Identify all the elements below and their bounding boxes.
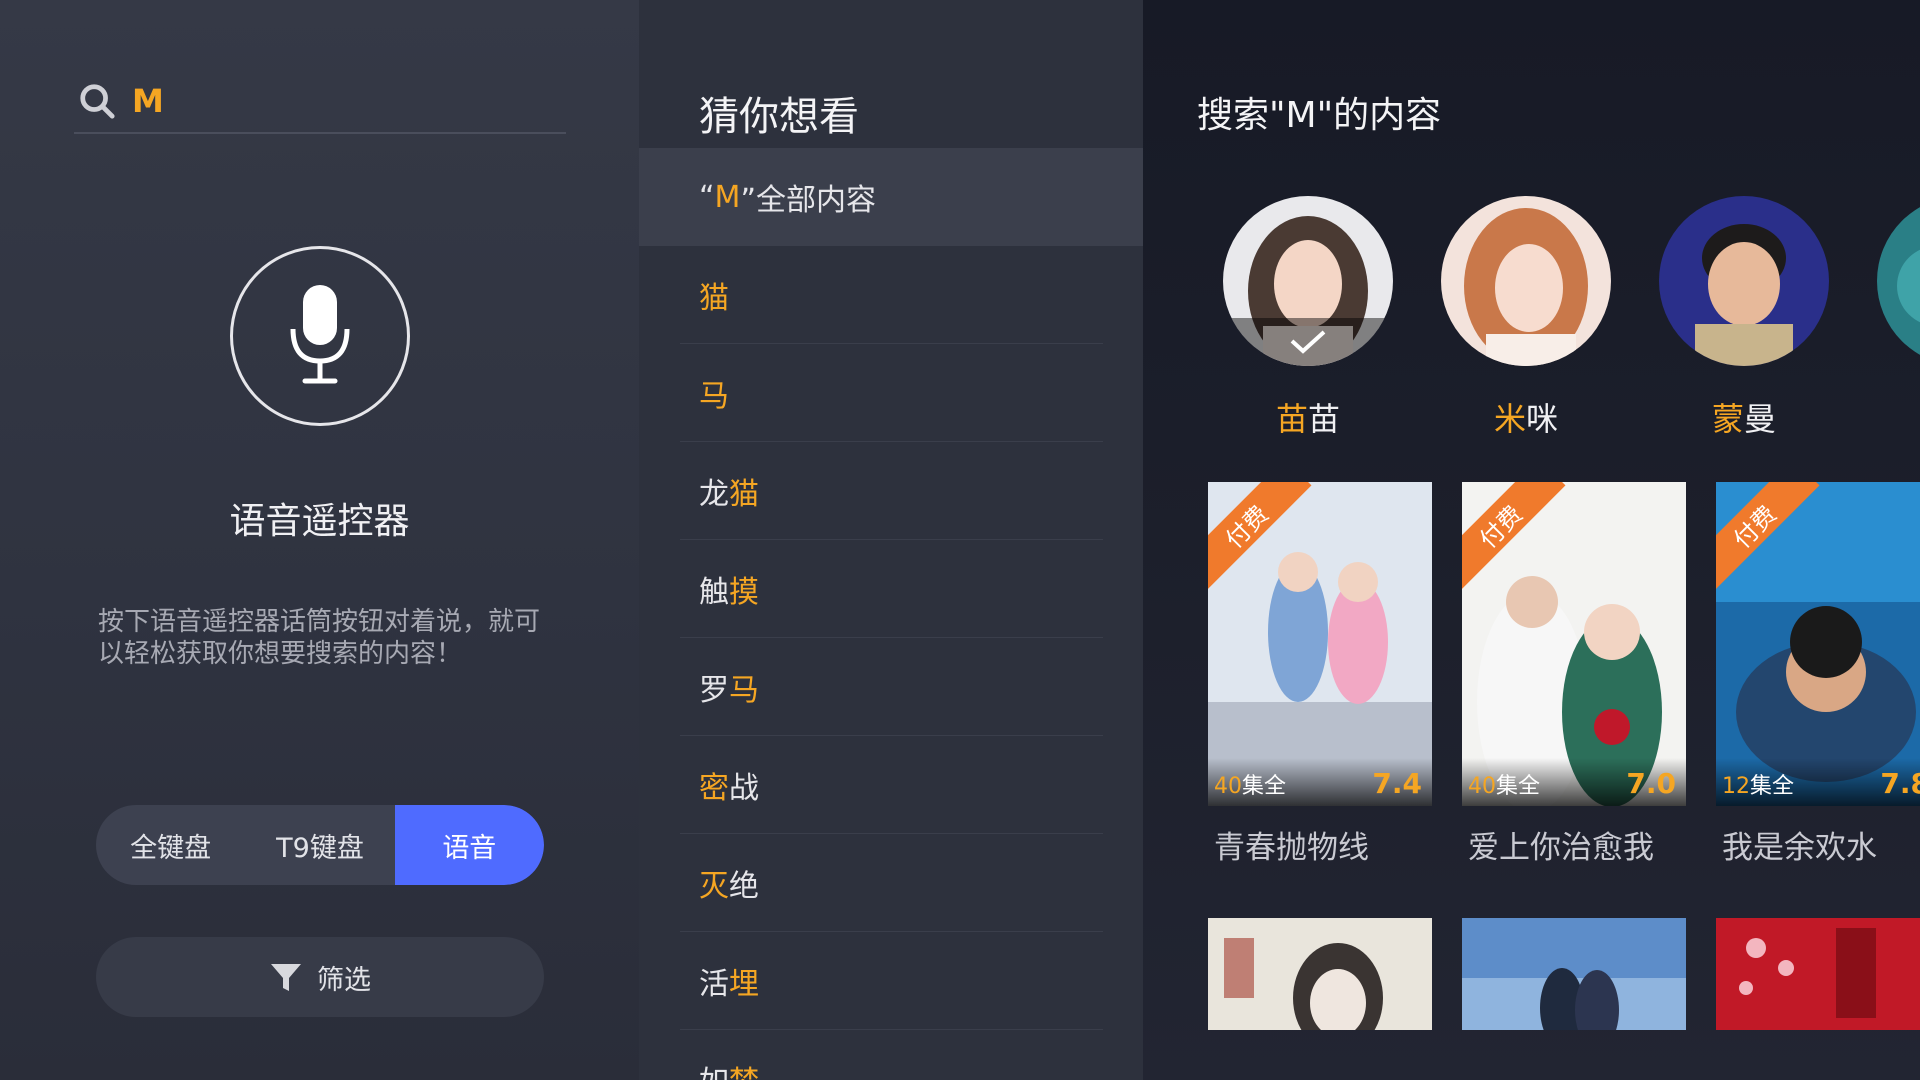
- video-card[interactable]: 付费 12集全 7.8 我是余欢水: [1716, 482, 1920, 867]
- poster-meta: 40集全 7.0: [1462, 758, 1686, 806]
- person-name: 苗苗: [1275, 400, 1341, 438]
- episode-count: 12集全: [1722, 774, 1795, 799]
- suggestion-item[interactable]: 活埋: [680, 932, 1103, 1030]
- person-name: 米咪: [1493, 400, 1559, 438]
- person-card[interactable]: 蒙曼: [1659, 196, 1829, 440]
- suggestion-all-content[interactable]: “M ”全部内容: [639, 148, 1143, 246]
- suggestion-item[interactable]: 马: [680, 344, 1103, 442]
- tv-search-screen: M 语音遥控器 按下语音遥控器话筒按钮对着说，就可以轻松获取你想要搜索的内容！ …: [0, 0, 1920, 1080]
- person-name: 蒙曼: [1711, 400, 1777, 438]
- avatar: [1223, 196, 1393, 366]
- episode-count: 40集全: [1468, 774, 1541, 799]
- suggestion-item[interactable]: 猫: [680, 246, 1103, 344]
- selected-check: [1223, 318, 1393, 366]
- video-title: 青春抛物线: [1214, 830, 1369, 866]
- search-icon: [80, 84, 115, 119]
- person-card[interactable]: 苗苗: [1223, 196, 1393, 440]
- avatar: [1659, 196, 1829, 366]
- suggestion-list: 猫 马 龙猫 触摸 罗马 密战 灭绝 活埋 如梦: [680, 246, 1103, 1080]
- suggestion-item[interactable]: 龙猫: [680, 442, 1103, 540]
- all-highlight: M: [714, 179, 741, 215]
- avatar: [1877, 196, 1920, 366]
- poster-meta: 40集全 7.4: [1208, 758, 1432, 806]
- tab-full-keyboard[interactable]: 全键盘: [96, 805, 245, 885]
- filter-label: 筛选: [317, 964, 371, 996]
- poster-meta: 12集全 7.8: [1716, 758, 1920, 806]
- video-title: 我是余欢水: [1722, 830, 1877, 866]
- video-card[interactable]: [1208, 918, 1432, 1030]
- all-prefix: “: [699, 179, 715, 215]
- voice-title: 语音遥控器: [229, 501, 410, 542]
- video-poster: 付费 40集全 7.4: [1208, 482, 1432, 806]
- keyboard-switch: 全键盘 T9键盘 语音: [96, 805, 544, 885]
- rating: 7.0: [1626, 767, 1676, 800]
- tab-voice[interactable]: 语音: [394, 805, 544, 885]
- filter-button[interactable]: 筛选: [96, 937, 544, 1017]
- episode-count: 40集全: [1214, 774, 1287, 799]
- video-card[interactable]: 付费 40集全 7.0 爱上你治愈我: [1462, 482, 1686, 867]
- video-row: 付费 40集全 7.4 青春抛物线 付费 40集全 7.0 爱上你治愈我 付费 …: [1208, 482, 1920, 867]
- tab-t9-keyboard[interactable]: T9键盘: [245, 805, 394, 885]
- suggestion-title: 猜你想看: [699, 94, 859, 140]
- video-poster: 付费 40集全 7.0: [1462, 482, 1686, 806]
- microphone-icon: [290, 285, 350, 384]
- avatar: [1441, 196, 1611, 366]
- checkmark-icon: [1290, 330, 1326, 354]
- person-row: 苗苗 米咪 蒙曼: [1223, 196, 1920, 440]
- voice-description: 按下语音遥控器话筒按钮对着说，就可以轻松获取你想要搜索的内容！: [98, 607, 541, 669]
- filter-icon: [271, 964, 301, 991]
- video-poster: 付费 12集全 7.8: [1716, 482, 1920, 806]
- suggestion-panel: 猜你想看 “M”全部内容 猫 马 龙猫 触摸 罗马 密战 灭绝 活埋 如梦: [639, 0, 1143, 1080]
- video-card[interactable]: [1462, 918, 1686, 1030]
- suggestion-item[interactable]: 触摸: [680, 540, 1103, 638]
- voice-mic-button[interactable]: [230, 246, 410, 426]
- suggestion-item[interactable]: 密战: [680, 736, 1103, 834]
- video-row-2: [1208, 918, 1920, 1030]
- input-panel: M 语音遥控器 按下语音遥控器话筒按钮对着说，就可以轻松获取你想要搜索的内容！ …: [0, 0, 639, 1080]
- rating: 7.8: [1880, 767, 1920, 800]
- video-card[interactable]: 付费 40集全 7.4 青春抛物线: [1208, 482, 1432, 867]
- all-suffix: ”全部内容: [740, 183, 876, 218]
- video-title: 爱上你治愈我: [1468, 830, 1654, 866]
- search-query: M: [132, 82, 164, 120]
- results-title: 搜索"M"的内容: [1197, 95, 1442, 136]
- search-input[interactable]: M: [74, 70, 566, 134]
- person-card[interactable]: [1877, 196, 1920, 440]
- suggestion-item[interactable]: 罗马: [680, 638, 1103, 736]
- rating: 7.4: [1372, 767, 1422, 800]
- results-panel: 搜索"M"的内容 苗苗 米咪 蒙曼 付费 40集全 7.4 青春抛物线 付费 4…: [1143, 0, 1920, 1080]
- person-card[interactable]: 米咪: [1441, 196, 1611, 440]
- suggestion-item[interactable]: 灭绝: [680, 834, 1103, 932]
- suggestion-item[interactable]: 如梦: [680, 1030, 1103, 1080]
- video-card[interactable]: [1716, 918, 1920, 1030]
